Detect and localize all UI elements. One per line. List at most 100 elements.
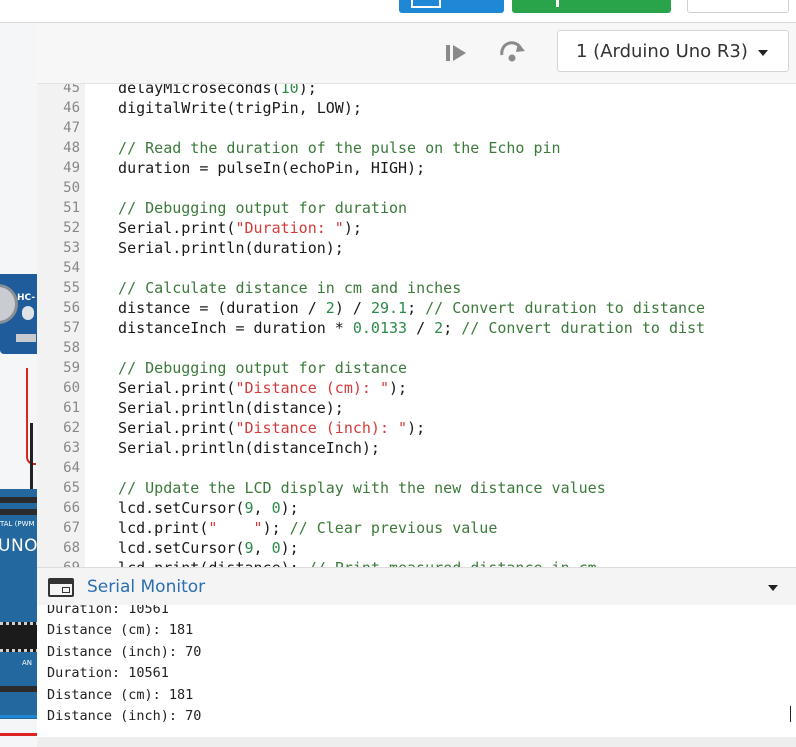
line-number: 53 [63,240,80,256]
code-number: 10 [280,84,299,97]
code-number: 0 [271,539,281,557]
line-number: 68 [63,540,80,556]
serial-monitor-header[interactable]: Serial Monitor [37,567,796,607]
code-comment: // Clear previous value [289,519,498,537]
code-token: ) / [334,299,371,317]
code-line[interactable]: 50 [37,178,796,198]
line-number: 56 [63,300,80,316]
serial-input-bar[interactable] [37,737,796,747]
code-token: ); [343,219,362,237]
serial-output-line: Distance (inch): 70 [47,708,202,724]
code-line[interactable]: 62 Serial.print("Distance (inch): "); [37,418,796,438]
code-comment: // Read the duration of the pulse on the… [100,139,561,157]
chevron-down-icon [758,50,768,56]
line-number: 52 [63,220,80,236]
serial-monitor-output[interactable]: Duration: 10561 Distance (cm): 181 Distanc… [37,605,796,737]
code-editor[interactable]: 45 delayMicroseconds(10); 46 digitalWrite… [37,84,796,567]
code-text: Serial.print("Distance (cm): "); [100,378,407,398]
code-string: " " [208,519,263,537]
line-number: 58 [63,340,80,356]
code-string: "Duration: " [235,219,344,237]
code-token: / [407,319,435,337]
line-number: 66 [63,500,80,516]
code-line[interactable]: 58 [37,338,796,358]
code-line[interactable]: 57 distanceInch = duration * 0.0133 / 2;… [37,318,796,338]
code-line[interactable]: 49 duration = pulseIn(echoPin, HIGH); [37,158,796,178]
arduino-board[interactable]: TAL (PWM UNO AN [0,489,37,719]
line-number: 50 [63,180,80,196]
code-token: Serial.print( [100,219,236,237]
code-comment: // Convert duration to distance [425,299,706,317]
code-line[interactable]: 68 lcd.setCursor(9, 0); [37,538,796,558]
line-number: 48 [63,140,80,156]
code-number: 0.0133 [352,319,408,337]
code-token: lcd.setCursor( [100,499,245,517]
microcontroller-chip [0,622,37,652]
line-number: 60 [63,380,80,396]
line-number: 46 [63,100,80,116]
line-number: 69 [37,558,80,567]
code-line[interactable]: 47 [37,118,796,138]
code-view-button[interactable] [399,0,504,13]
code-text: lcd.print(distance); // Print measured d… [100,558,597,567]
line-number: 61 [63,400,80,416]
top-bar [0,0,796,23]
code-token: delayMicroseconds( [100,84,281,97]
code-token: Serial.println(duration); [100,239,344,257]
code-line[interactable]: 65 // Update the LCD display with the ne… [37,478,796,498]
code-line[interactable]: 48 // Read the duration of the pulse on … [37,138,796,158]
play-step-icon[interactable] [446,44,468,62]
code-line[interactable]: 63 Serial.println(distanceInch); [37,438,796,458]
wire-blue[interactable] [0,715,37,718]
code-icon [411,0,441,8]
code-line[interactable]: 52 Serial.print("Duration: "); [37,218,796,238]
code-token: lcd.print(distance); [100,559,308,567]
code-line[interactable]: 45 delayMicroseconds(10); [37,84,796,98]
line-number: 51 [63,200,80,216]
code-token: lcd.print( [100,519,209,537]
code-line[interactable]: 66 lcd.setCursor(9, 0); [37,498,796,518]
start-simulation-button[interactable] [512,0,671,13]
code-line[interactable]: 64 [37,458,796,478]
wire-red-bottom[interactable] [0,733,37,736]
code-number: 29.1 [370,299,408,317]
chevron-down-icon[interactable] [768,585,778,591]
export-button[interactable] [687,0,789,13]
analog-label: AN [22,659,33,667]
code-line[interactable]: 69 lcd.print(distance); // Print measure… [37,558,796,567]
code-line[interactable]: 61 Serial.println(distance); [37,398,796,418]
code-comment: // Debugging output for distance [100,359,408,377]
code-string: "Distance (inch): " [235,419,408,437]
line-number: 63 [63,440,80,456]
code-text: lcd.setCursor(9, 0); [100,498,299,518]
serial-monitor-title: Serial Monitor [87,577,206,597]
code-line[interactable]: 54 [37,258,796,278]
board-select[interactable]: 1 (Arduino Uno R3) [557,30,789,72]
code-line[interactable]: 51 // Debugging output for duration [37,198,796,218]
code-token: , [253,539,272,557]
code-line[interactable]: 67 lcd.print(" "); // Clear previous val… [37,518,796,538]
code-text: // Update the LCD display with the new d… [100,478,606,498]
code-token: ); [280,499,299,517]
code-token: Serial.println(distanceInch); [100,439,380,457]
code-number: 2 [434,319,444,337]
code-line[interactable]: 46 digitalWrite(trigPin, LOW); [37,98,796,118]
ultrasonic-sensor[interactable]: HC- [0,274,37,354]
code-token: ; [443,319,462,337]
circuit-canvas[interactable]: HC- TAL (PWM UNO AN [0,23,38,747]
serial-output-line: Distance (inch): 70 [47,643,202,660]
code-line[interactable]: 55 // Calculate distance in cm and inche… [37,278,796,298]
serial-output-line: Distance (cm): 181 [47,622,194,639]
code-token: lcd.setCursor( [100,539,245,557]
code-line[interactable]: 59 // Debugging output for distance [37,358,796,378]
line-number: 64 [63,460,80,476]
code-number: 9 [244,499,254,517]
code-text: // Calculate distance in cm and inches [100,278,461,298]
restart-icon[interactable] [498,38,526,66]
code-comment: // Debugging output for duration [100,199,408,217]
line-number: 47 [63,120,80,136]
code-line[interactable]: 56 distance = (duration / 2) / 29.1; // … [37,298,796,318]
code-line[interactable]: 60 Serial.print("Distance (cm): "); [37,378,796,398]
code-line[interactable]: 53 Serial.println(duration); [37,238,796,258]
line-number: 57 [63,320,80,336]
